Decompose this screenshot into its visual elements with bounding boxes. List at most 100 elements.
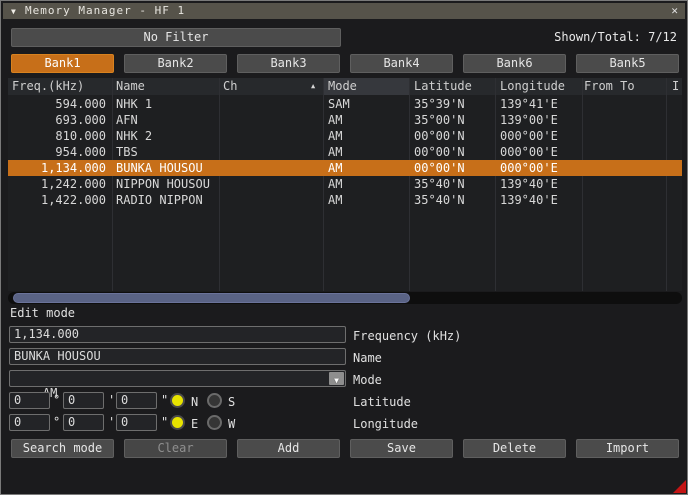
- longitude-seconds-input[interactable]: 0: [116, 414, 157, 431]
- cell-lat: 00°00'N: [414, 160, 465, 176]
- import-button[interactable]: Import: [576, 439, 679, 458]
- cell-lon: 000°00'E: [500, 160, 558, 176]
- longitude-west-label: W: [228, 417, 235, 431]
- cell-freq: 810.000: [8, 128, 106, 144]
- sort-ascending-icon: ▲: [311, 79, 315, 94]
- second-symbol: ": [161, 393, 168, 407]
- degree-symbol: °: [53, 393, 60, 407]
- cell-name: BUNKA HOUSOU: [116, 160, 203, 176]
- title-bar[interactable]: ▼ Memory Manager - HF 1 ✕: [3, 3, 685, 19]
- cell-mode: SAM: [328, 96, 350, 112]
- column-header-longitude[interactable]: Longitude: [500, 78, 565, 95]
- cell-lon: 000°00'E: [500, 144, 558, 160]
- latitude-south-radio[interactable]: [207, 393, 222, 408]
- cell-mode: AM: [328, 160, 342, 176]
- window-title: Memory Manager - HF 1: [25, 3, 185, 19]
- longitude-label: Longitude: [353, 417, 418, 431]
- table-row[interactable]: 1,422.000 RADIO NIPPON AM 35°40'N 139°40'E: [8, 192, 682, 208]
- bank-tab-bank3[interactable]: Bank3: [237, 54, 340, 73]
- bank-tab-bank6[interactable]: Bank6: [463, 54, 566, 73]
- cell-name: TBS: [116, 144, 138, 160]
- latitude-minutes-input[interactable]: 0: [63, 392, 104, 409]
- memory-table[interactable]: Freq.(kHz) Name Ch Mode Latitude Longitude Fro…: [8, 78, 682, 291]
- table-row[interactable]: 594.000NHK 1SAM35°39'N139°41'E: [8, 96, 682, 112]
- bank-tab-bank4[interactable]: Bank4: [350, 54, 453, 73]
- cell-name: NHK 1: [116, 96, 152, 112]
- column-header-i[interactable]: I: [672, 78, 679, 95]
- scrollbar-thumb[interactable]: [13, 293, 410, 303]
- cell-mode: AM: [328, 144, 342, 160]
- clear-button: Clear: [124, 439, 227, 458]
- cell-mode: AM: [328, 128, 342, 144]
- cell-lat: 35°00'N: [414, 112, 465, 128]
- latitude-south-label: S: [228, 395, 235, 409]
- cell-lon: 139°40'E: [500, 192, 558, 208]
- cell-lon: 139°40'E: [500, 176, 558, 192]
- collapse-icon[interactable]: ▼: [11, 4, 16, 20]
- cell-freq: 954.000: [8, 144, 106, 160]
- frequency-label: Frequency (kHz): [353, 329, 461, 343]
- longitude-east-radio[interactable]: [170, 415, 185, 430]
- cell-lon: 139°00'E: [500, 112, 558, 128]
- cell-name: AFN: [116, 112, 138, 128]
- cell-lat: 35°40'N: [414, 176, 465, 192]
- mode-select[interactable]: AM ▼: [9, 370, 346, 387]
- minute-symbol: ': [108, 415, 115, 429]
- column-header-name[interactable]: Name: [116, 78, 145, 95]
- table-row[interactable]: 810.000 NHK 2 AM 00°00'N 000°00'E: [8, 128, 682, 144]
- save-button[interactable]: Save: [350, 439, 453, 458]
- bank-tab-bank2[interactable]: Bank2: [124, 54, 227, 73]
- horizontal-scrollbar[interactable]: [8, 292, 682, 304]
- resize-grip[interactable]: [673, 480, 686, 493]
- memory-manager-window: ▼ Memory Manager - HF 1 ✕ No Filter Show…: [0, 0, 688, 495]
- cell-mode: AM: [328, 192, 342, 208]
- degree-symbol: °: [53, 415, 60, 429]
- latitude-north-radio[interactable]: [170, 393, 185, 408]
- column-header-freq-khz[interactable]: Freq.(kHz): [12, 78, 84, 95]
- cell-name: NIPPON HOUSOU: [116, 176, 210, 192]
- delete-button[interactable]: Delete: [463, 439, 566, 458]
- close-icon[interactable]: ✕: [671, 3, 678, 19]
- table-row[interactable]: 693.000AFNAM35°00'N139°00'E: [8, 112, 682, 128]
- cell-freq: 1,422.000: [8, 192, 106, 208]
- no-filter-button[interactable]: No Filter: [11, 28, 341, 47]
- table-row[interactable]: 1,242.000NIPPON HOUSOUAM35°40'N139°40'E: [8, 176, 682, 192]
- cell-lat: 00°00'N: [414, 144, 465, 160]
- latitude-label: Latitude: [353, 395, 411, 409]
- table-row[interactable]: 954.000 TBS AM 00°00'N 000°00'E: [8, 144, 682, 160]
- cell-name: NHK 2: [116, 128, 152, 144]
- cell-freq: 693.000: [8, 112, 106, 128]
- cell-lon: 139°41'E: [500, 96, 558, 112]
- latitude-seconds-input[interactable]: 0: [116, 392, 157, 409]
- column-header-ch[interactable]: Ch: [223, 78, 237, 95]
- cell-lat: 00°00'N: [414, 128, 465, 144]
- bank-tab-bank1[interactable]: Bank1: [11, 54, 114, 73]
- bank-tab-bank5[interactable]: Bank5: [576, 54, 679, 73]
- longitude-minutes-input[interactable]: 0: [63, 414, 104, 431]
- latitude-north-label: N: [191, 395, 198, 409]
- longitude-west-radio[interactable]: [207, 415, 222, 430]
- search-mode-button[interactable]: Search mode: [11, 439, 114, 458]
- shown-total-label: Shown/Total: 7/12: [554, 30, 677, 44]
- name-label: Name: [353, 351, 382, 365]
- chevron-down-icon: ▼: [334, 376, 339, 385]
- name-input[interactable]: BUNKA HOUSOU: [9, 348, 346, 365]
- longitude-east-label: E: [191, 417, 198, 431]
- table-row[interactable]: 1,134.000 BUNKA HOUSOU AM 00°00'N 000°00'E: [8, 160, 682, 176]
- minute-symbol: ': [108, 393, 115, 407]
- column-header-latitude[interactable]: Latitude: [414, 78, 472, 95]
- cell-freq: 594.000: [8, 96, 106, 112]
- longitude-degrees-input[interactable]: 0: [9, 414, 50, 431]
- mode-dropdown-button[interactable]: ▼: [329, 372, 344, 385]
- latitude-degrees-input[interactable]: 0: [9, 392, 50, 409]
- cell-mode: AM: [328, 176, 342, 192]
- cell-name: RADIO NIPPON: [116, 192, 203, 208]
- cell-lon: 000°00'E: [500, 128, 558, 144]
- column-header-from-to[interactable]: From To: [584, 78, 635, 95]
- add-button[interactable]: Add: [237, 439, 340, 458]
- frequency-input[interactable]: 1,134.000: [9, 326, 346, 343]
- cell-lat: 35°40'N: [414, 192, 465, 208]
- cell-freq: 1,134.000: [8, 160, 106, 176]
- column-header-mode[interactable]: Mode: [328, 78, 357, 95]
- mode-label: Mode: [353, 373, 382, 387]
